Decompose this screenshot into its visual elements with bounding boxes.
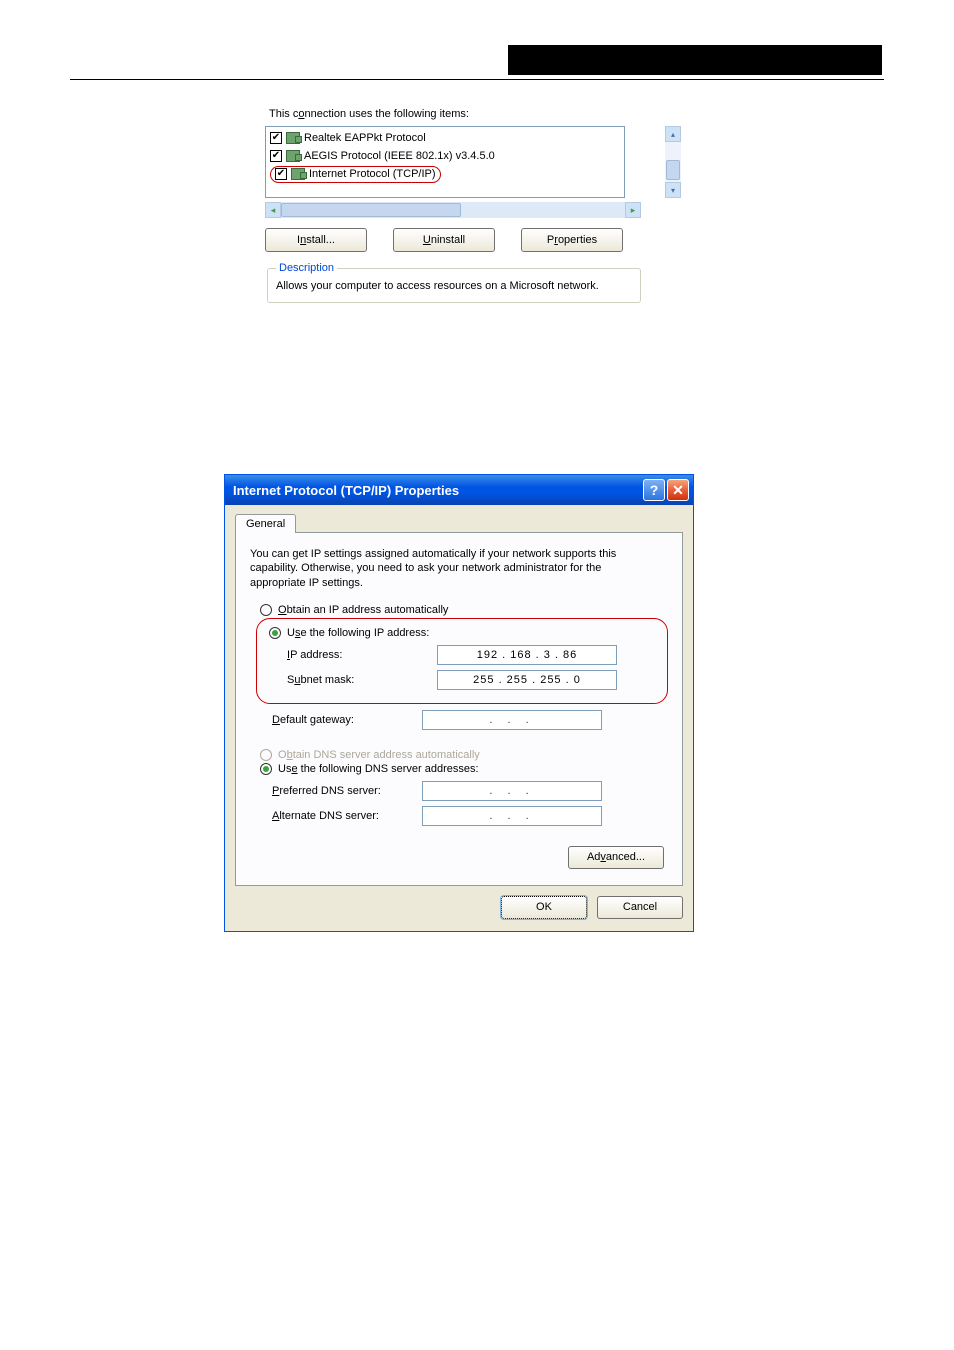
subnet-row: Subnet mask: 255 . 255 . 255 . 0 (287, 670, 659, 690)
radio-label: Use the following IP address: (287, 627, 429, 639)
scroll-up-icon[interactable]: ▴ (665, 126, 681, 142)
checkbox-icon[interactable]: ✔ (270, 150, 282, 162)
gateway-row: Default gateway: . . . (272, 710, 668, 730)
pref-dns-input[interactable]: . . . (422, 781, 602, 801)
help-text: You can get IP settings assigned automat… (250, 547, 660, 590)
highlighted-ip-section: Use the following IP address: IP address… (256, 618, 668, 704)
radio-use-dns[interactable]: Use the following DNS server addresses: (250, 763, 668, 775)
uninstall-button[interactable]: Uninstall (393, 228, 495, 252)
properties-button[interactable]: Properties (521, 228, 623, 252)
pref-dns-row: Preferred DNS server: . . . (272, 781, 668, 801)
alt-dns-label: Alternate DNS server: (272, 810, 422, 822)
protocol-icon (286, 150, 300, 162)
scroll-track-h[interactable] (281, 202, 625, 218)
subnet-label: Subnet mask: (287, 674, 437, 686)
scroll-right-icon[interactable]: ▸ (625, 202, 641, 218)
tab-general[interactable]: General (235, 514, 296, 533)
help-button[interactable]: ? (643, 479, 665, 501)
radio-icon[interactable] (269, 627, 281, 639)
scroll-down-icon[interactable]: ▾ (665, 182, 681, 198)
scroll-track[interactable] (665, 142, 681, 182)
list-item[interactable]: ✔ Internet Protocol (TCP/IP) (270, 165, 620, 183)
tcpip-properties-dialog: Internet Protocol (TCP/IP) Properties ? … (224, 474, 694, 932)
highlighted-item: ✔ Internet Protocol (TCP/IP) (270, 166, 441, 183)
advanced-button[interactable]: Advanced... (568, 846, 664, 869)
scroll-left-icon[interactable]: ◂ (265, 202, 281, 218)
scroll-thumb-h[interactable] (281, 203, 461, 217)
gateway-label: Default gateway: (272, 714, 422, 726)
tab-strip: General (225, 505, 693, 532)
gateway-input[interactable]: . . . (422, 710, 602, 730)
radio-obtain-ip[interactable]: Obtain an IP address automatically (250, 604, 668, 616)
list-item-label: AEGIS Protocol (IEEE 802.1x) v3.4.5.0 (304, 150, 495, 162)
ip-address-input[interactable]: 192 . 168 . 3 . 86 (437, 645, 617, 665)
checkbox-icon[interactable]: ✔ (275, 168, 287, 180)
titlebar[interactable]: Internet Protocol (TCP/IP) Properties ? … (225, 475, 693, 505)
ip-address-label: IP address: (287, 649, 437, 661)
protocol-icon (291, 168, 305, 180)
install-button[interactable]: Install... (265, 228, 367, 252)
header-divider (70, 79, 884, 80)
scroll-thumb[interactable] (666, 160, 680, 180)
alt-dns-row: Alternate DNS server: . . . (272, 806, 668, 826)
horizontal-scrollbar[interactable]: ◂ ▸ (265, 202, 641, 218)
close-button[interactable]: ✕ (667, 479, 689, 501)
pref-dns-label: Preferred DNS server: (272, 785, 422, 797)
description-text: Allows your computer to access resources… (276, 280, 632, 292)
connection-items-panel: This connection uses the following items… (265, 108, 665, 303)
description-legend: Description (276, 262, 337, 274)
list-item[interactable]: ✔ Realtek EAPPkt Protocol (270, 129, 620, 147)
description-group: Description Allows your computer to acce… (267, 262, 641, 303)
connection-items-label: This connection uses the following items… (265, 108, 665, 120)
dialog-title: Internet Protocol (TCP/IP) Properties (233, 483, 459, 498)
alt-dns-input[interactable]: . . . (422, 806, 602, 826)
list-item-label: Realtek EAPPkt Protocol (304, 132, 426, 144)
radio-label: Obtain DNS server address automatically (278, 749, 480, 761)
protocol-icon (286, 132, 300, 144)
ip-address-row: IP address: 192 . 168 . 3 . 86 (287, 645, 659, 665)
list-item[interactable]: ✔ AEGIS Protocol (IEEE 802.1x) v3.4.5.0 (270, 147, 620, 165)
list-item-label: Internet Protocol (TCP/IP) (309, 168, 436, 180)
checkbox-icon[interactable]: ✔ (270, 132, 282, 144)
header-black-box (508, 45, 882, 75)
radio-label: Use the following DNS server addresses: (278, 763, 479, 775)
radio-icon (260, 749, 272, 761)
radio-label: Obtain an IP address automatically (278, 604, 448, 616)
vertical-scrollbar[interactable]: ▴ ▾ (665, 126, 681, 198)
radio-icon[interactable] (260, 604, 272, 616)
subnet-input[interactable]: 255 . 255 . 255 . 0 (437, 670, 617, 690)
cancel-button[interactable]: Cancel (597, 896, 683, 919)
ok-button[interactable]: OK (501, 896, 587, 919)
tab-panel: You can get IP settings assigned automat… (235, 532, 683, 886)
protocol-listbox[interactable]: ✔ Realtek EAPPkt Protocol ✔ AEGIS Protoc… (265, 126, 625, 198)
radio-icon[interactable] (260, 763, 272, 775)
radio-obtain-dns: Obtain DNS server address automatically (250, 749, 668, 761)
radio-use-ip[interactable]: Use the following IP address: (265, 627, 659, 639)
